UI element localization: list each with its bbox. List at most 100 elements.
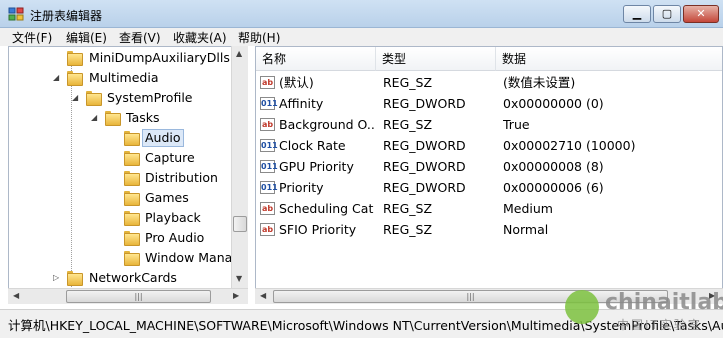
tree-item-distribution[interactable]: Distribution [9,168,239,188]
tree-item-label: Distribution [145,170,218,185]
close-button[interactable]: ✕ [683,5,719,23]
dword-value-icon: 011 [260,139,278,152]
string-value-icon: ab [260,202,275,215]
scrollbar-thumb[interactable] [233,216,247,232]
menu-bar: 文件(F) 编辑(E) 查看(V) 收藏夹(A) 帮助(H) [0,28,723,46]
tree-item-tasks[interactable]: ◢ Tasks [9,108,239,128]
maximize-button[interactable]: ▢ [653,5,681,23]
value-name: Background O... [279,117,374,132]
tree-item-audio[interactable]: Audio [9,128,239,148]
value-type: REG_SZ [383,222,433,237]
folder-icon [124,251,140,266]
folder-open-icon [124,131,140,146]
value-name: Scheduling Cat... [279,201,374,216]
table-row[interactable]: 011 Priority REG_DWORD 0x00000006 (6) [256,177,722,198]
table-row[interactable]: 011 Clock Rate REG_DWORD 0x00002710 (100… [256,135,722,156]
column-header-type[interactable]: 类型 [376,47,496,71]
tree-item-label: Playback [145,210,201,225]
tree-item-networkcards[interactable]: ▷ NetworkCards [9,268,239,288]
expand-arrow-icon[interactable]: ▷ [53,268,59,288]
value-name: SFIO Priority [279,222,357,237]
menu-help[interactable]: 帮助(H) [238,29,280,46]
table-row[interactable]: ab (默认) REG_SZ (数值未设置) [256,72,722,93]
tree-item-label: Tasks [126,110,160,125]
value-type: REG_DWORD [383,180,466,195]
string-value-icon: ab [260,223,275,236]
values-list[interactable]: 名称 类型 数据 ab (默认) REG_SZ (数值未设置) 011 Affi… [255,46,723,304]
tree-item-systemprofile[interactable]: ◢ SystemProfile [9,88,239,108]
tree-item-label: Games [145,190,189,205]
tree-item-window-manager[interactable]: Window Manag [9,248,240,268]
folder-icon [124,151,140,166]
tree-item-capture[interactable]: Capture [9,148,239,168]
watermark-brand: chinaitlab [605,290,723,315]
table-row[interactable]: ab Background O... REG_SZ True [256,114,722,135]
scrollbar-thumb[interactable]: ||| [66,290,211,303]
table-row[interactable]: ab Scheduling Cat... REG_SZ Medium [256,198,722,219]
value-name: GPU Priority [279,159,354,174]
scroll-left-icon[interactable]: ◀ [260,291,266,300]
tree-item-multimedia[interactable]: ◢ Multimedia [9,68,239,88]
folder-icon [124,211,140,226]
registry-tree[interactable]: MiniDumpAuxiliaryDlls ◢ Multimedia ◢ Sys… [8,46,248,304]
scroll-up-icon[interactable]: ▲ [236,49,242,58]
value-type: REG_SZ [383,201,433,216]
string-value-icon: ab [260,118,275,131]
watermark-subtitle: 中国IT实验室 [617,318,702,332]
tree-item-pro-audio[interactable]: Pro Audio [9,228,239,248]
tree-item-label: MiniDumpAuxiliaryDlls [89,50,230,65]
value-data: Medium [503,201,553,216]
minimize-icon: ▁ [632,7,642,20]
tree-item-games[interactable]: Games [9,188,239,208]
tree-vertical-scrollbar[interactable]: ▲ ▼ [231,46,248,288]
collapse-arrow-icon[interactable]: ◢ [53,68,59,88]
scroll-left-icon[interactable]: ◀ [13,291,19,300]
close-icon: ✕ [696,7,706,20]
tree-item-label: NetworkCards [89,270,177,285]
scroll-right-icon[interactable]: ▶ [233,291,239,300]
value-name: Clock Rate [279,138,346,153]
menu-file[interactable]: 文件(F) [12,29,52,46]
tree-horizontal-scrollbar[interactable]: ◀ ||| ▶ [8,288,248,304]
table-row[interactable]: 011 GPU Priority REG_DWORD 0x00000008 (8… [256,156,722,177]
folder-icon [67,51,83,66]
minimize-button[interactable]: ▁ [623,5,651,23]
value-data: 0x00000000 (0) [503,96,604,111]
folder-open-icon [67,71,83,86]
watermark: chinaitlab 中国IT实验室 [565,290,723,332]
column-header-data[interactable]: 数据 [496,47,722,71]
folder-icon [124,191,140,206]
value-name: (默认) [279,75,314,90]
tree-item-label: SystemProfile [107,90,193,105]
menu-edit[interactable]: 编辑(E) [66,29,107,46]
folder-icon [124,171,140,186]
tree-item-label: Pro Audio [145,230,205,245]
value-data: Normal [503,222,549,237]
string-value-icon: ab [260,76,275,89]
collapse-arrow-icon[interactable]: ◢ [72,88,78,108]
table-row[interactable]: ab SFIO Priority REG_SZ Normal [256,219,722,240]
menu-favorites[interactable]: 收藏夹(A) [173,29,227,46]
dword-value-icon: 011 [260,181,278,194]
tree-item-label: Audio [142,129,184,147]
scroll-down-icon[interactable]: ▼ [236,274,242,283]
window-title: 注册表编辑器 [30,9,103,23]
menu-view[interactable]: 查看(V) [119,29,161,46]
value-type: REG_SZ [383,117,433,132]
title-bar: 注册表编辑器 ▁ ▢ ✕ [0,0,723,28]
registry-editor-icon [8,7,24,21]
value-type: REG_DWORD [383,96,466,111]
collapse-arrow-icon[interactable]: ◢ [91,108,97,128]
column-header-name[interactable]: 名称 [256,47,376,71]
table-row[interactable]: 011 Affinity REG_DWORD 0x00000000 (0) [256,93,722,114]
value-data: (数值未设置) [503,75,576,90]
folder-open-icon [105,111,121,126]
value-data: 0x00000008 (8) [503,159,604,174]
tree-item-minidumpauxiliarydlls[interactable]: MiniDumpAuxiliaryDlls [9,48,239,68]
value-data: 0x00000006 (6) [503,180,604,195]
dword-value-icon: 011 [260,97,278,110]
dword-value-icon: 011 [260,160,278,173]
chinaitlab-logo-icon [565,290,599,324]
tree-item-playback[interactable]: Playback [9,208,239,228]
folder-open-icon [86,91,102,106]
